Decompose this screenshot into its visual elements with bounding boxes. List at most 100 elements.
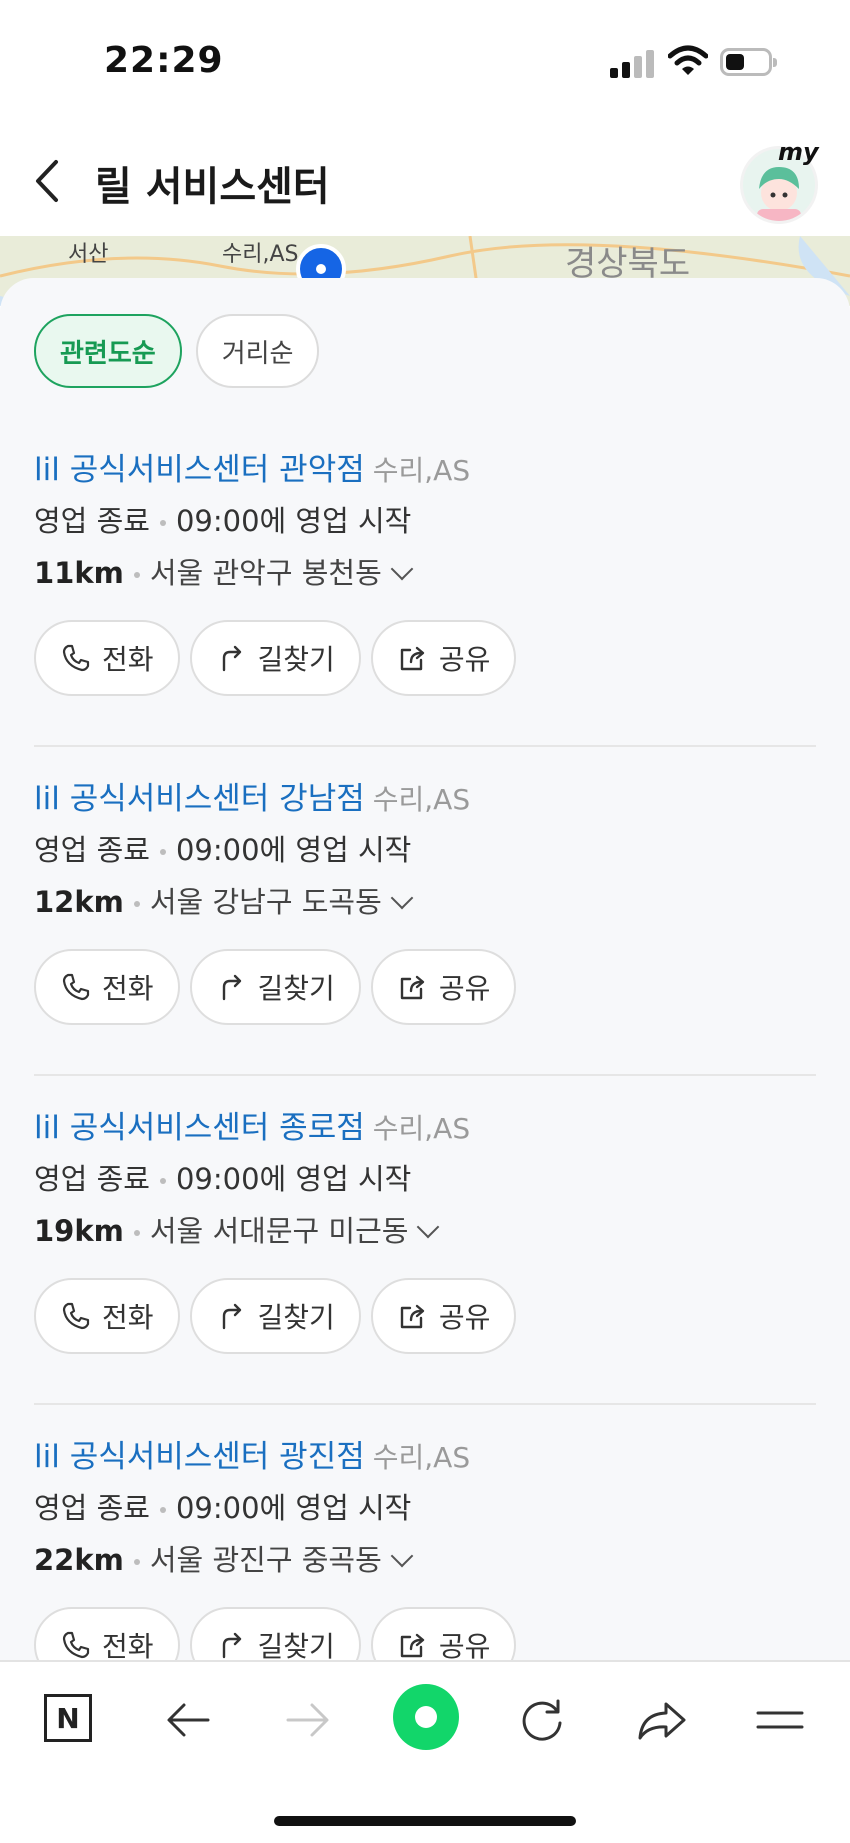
battery-icon	[720, 48, 777, 76]
place-category: 수리,AS	[372, 1441, 471, 1474]
address-toggle[interactable]: 22km 서울 광진구 중곡동	[34, 1537, 414, 1579]
nav-forward-button[interactable]	[280, 1692, 336, 1748]
separator-dot	[159, 520, 166, 526]
place-name-link[interactable]: lil 공식서비스센터 강남점	[34, 781, 365, 817]
business-hours: 영업 종료 09:00에 영업 시작	[34, 827, 411, 869]
address: 서울 광진구 중곡동	[149, 1543, 382, 1577]
share-button[interactable]: 공유	[370, 620, 517, 696]
status-time: 22:29	[104, 40, 224, 81]
phone-icon	[62, 1631, 90, 1659]
map-label-seosan: 서산	[68, 242, 109, 267]
action-buttons: 전화 길찾기 공유	[34, 1278, 517, 1354]
call-label: 전화	[102, 1301, 154, 1334]
menu-button[interactable]	[752, 1692, 808, 1748]
sort-distance-chip[interactable]: 거리순	[195, 314, 320, 388]
call-label: 전화	[102, 1630, 154, 1663]
share-label: 공유	[438, 972, 491, 1005]
hamburger-menu-icon	[756, 1711, 804, 1729]
place-name-row: lil 공식서비스센터 강남점 수리,AS	[34, 773, 470, 818]
naver-home-button[interactable]: N	[44, 1694, 92, 1742]
business-status: 영업 종료	[34, 1491, 150, 1525]
share-label: 공유	[438, 643, 491, 676]
business-hours: 영업 종료 09:00에 영업 시작	[34, 1485, 411, 1527]
my-badge: my	[778, 138, 819, 166]
address-toggle[interactable]: 11km 서울 관악구 봉천동	[34, 550, 414, 592]
directions-label: 길찾기	[257, 643, 335, 676]
phone-icon	[62, 1302, 90, 1330]
share-button[interactable]: 공유	[370, 949, 517, 1025]
place-name-link[interactable]: lil 공식서비스센터 종로점	[34, 1110, 365, 1146]
distance: 12km	[34, 885, 124, 919]
browser-toolbar: N	[0, 1660, 850, 1843]
share-button[interactable]: 공유	[370, 1278, 517, 1354]
opening-time: 09:00에 영업 시작	[175, 1491, 412, 1525]
separator-dot	[159, 849, 166, 855]
distance: 11km	[34, 556, 124, 590]
map-label-service: 수리,AS	[222, 242, 299, 267]
place-category: 수리,AS	[372, 783, 471, 816]
opening-time: 09:00에 영업 시작	[175, 1162, 412, 1196]
share-icon	[400, 1304, 425, 1329]
address: 서울 강남구 도곡동	[149, 885, 382, 919]
separator-dot	[159, 1178, 166, 1184]
arrow-right-icon	[286, 1703, 329, 1737]
screen: 22:29 릴 서비스센터 my 서산 수리,AS 경상북도 관련도순 거리순 …	[0, 0, 850, 1843]
business-status: 영업 종료	[34, 833, 150, 867]
chevron-down-icon	[390, 886, 414, 910]
directions-label: 길찾기	[257, 972, 335, 1005]
forward-share-icon	[638, 1702, 686, 1740]
nav-back-button[interactable]	[160, 1692, 216, 1748]
business-hours: 영업 종료 09:00에 영업 시작	[34, 498, 411, 540]
share-page-button[interactable]	[634, 1692, 690, 1748]
place-name-link[interactable]: lil 공식서비스센터 관악점	[34, 452, 365, 488]
back-button[interactable]	[28, 156, 68, 206]
phone-icon	[62, 973, 90, 1001]
call-button[interactable]: 전화	[34, 949, 180, 1025]
place-name-row: lil 공식서비스센터 광진점 수리,AS	[34, 1431, 470, 1476]
directions-arrow-icon	[222, 1303, 241, 1330]
status-bar: 22:29	[0, 0, 850, 120]
place-name-row: lil 공식서비스센터 관악점 수리,AS	[34, 444, 470, 489]
distance: 22km	[34, 1543, 124, 1577]
place-category: 수리,AS	[372, 1112, 471, 1145]
opening-time: 09:00에 영업 시작	[175, 504, 412, 538]
directions-button[interactable]: 길찾기	[189, 620, 361, 696]
call-button[interactable]: 전화	[34, 1278, 180, 1354]
chevron-down-icon	[390, 1544, 414, 1568]
separator-dot	[159, 1507, 166, 1513]
address-toggle[interactable]: 12km 서울 강남구 도곡동	[34, 879, 414, 921]
results-list: lil 공식서비스센터 관악점 수리,AS 영업 종료 09:00에 영업 시작 1…	[34, 418, 816, 1734]
chevron-down-icon	[390, 557, 414, 581]
reload-button[interactable]	[514, 1692, 570, 1748]
directions-button[interactable]: 길찾기	[189, 1278, 361, 1354]
action-buttons: 전화 길찾기 공유	[34, 949, 517, 1025]
directions-arrow-icon	[222, 1632, 241, 1659]
phone-icon	[62, 644, 90, 672]
refresh-icon	[522, 1699, 562, 1741]
call-label: 전화	[102, 643, 154, 676]
share-label: 공유	[438, 1301, 491, 1334]
share-icon	[400, 646, 425, 671]
call-button[interactable]: 전화	[34, 620, 180, 696]
action-buttons: 전화 길찾기 공유	[34, 620, 517, 696]
business-hours: 영업 종료 09:00에 영업 시작	[34, 1156, 411, 1198]
chevron-down-icon	[417, 1215, 440, 1239]
share-icon	[400, 975, 425, 1000]
home-indicator[interactable]	[274, 1816, 576, 1826]
sort-relevance-chip[interactable]: 관련도순	[34, 314, 182, 388]
separator-dot	[133, 572, 140, 578]
share-label: 공유	[438, 1630, 491, 1663]
directions-label: 길찾기	[257, 1301, 335, 1334]
results-sheet: 관련도순 거리순 lil 공식서비스센터 관악점 수리,AS 영업 종료 09:00…	[0, 278, 850, 1698]
separator-dot	[133, 1230, 140, 1236]
place-name-link[interactable]: lil 공식서비스센터 광진점	[34, 1439, 365, 1475]
share-icon	[400, 1633, 425, 1658]
directions-button[interactable]: 길찾기	[189, 949, 361, 1025]
business-status: 영업 종료	[34, 1162, 150, 1196]
address-toggle[interactable]: 19km 서울 서대문구 미근동	[34, 1208, 440, 1250]
arrow-left-icon	[167, 1703, 210, 1737]
directions-arrow-icon	[222, 645, 241, 672]
address: 서울 서대문구 미근동	[149, 1214, 409, 1248]
green-dot-button[interactable]	[393, 1684, 459, 1750]
list-item: lil 공식서비스센터 관악점 수리,AS 영업 종료 09:00에 영업 시작 1…	[34, 418, 816, 747]
